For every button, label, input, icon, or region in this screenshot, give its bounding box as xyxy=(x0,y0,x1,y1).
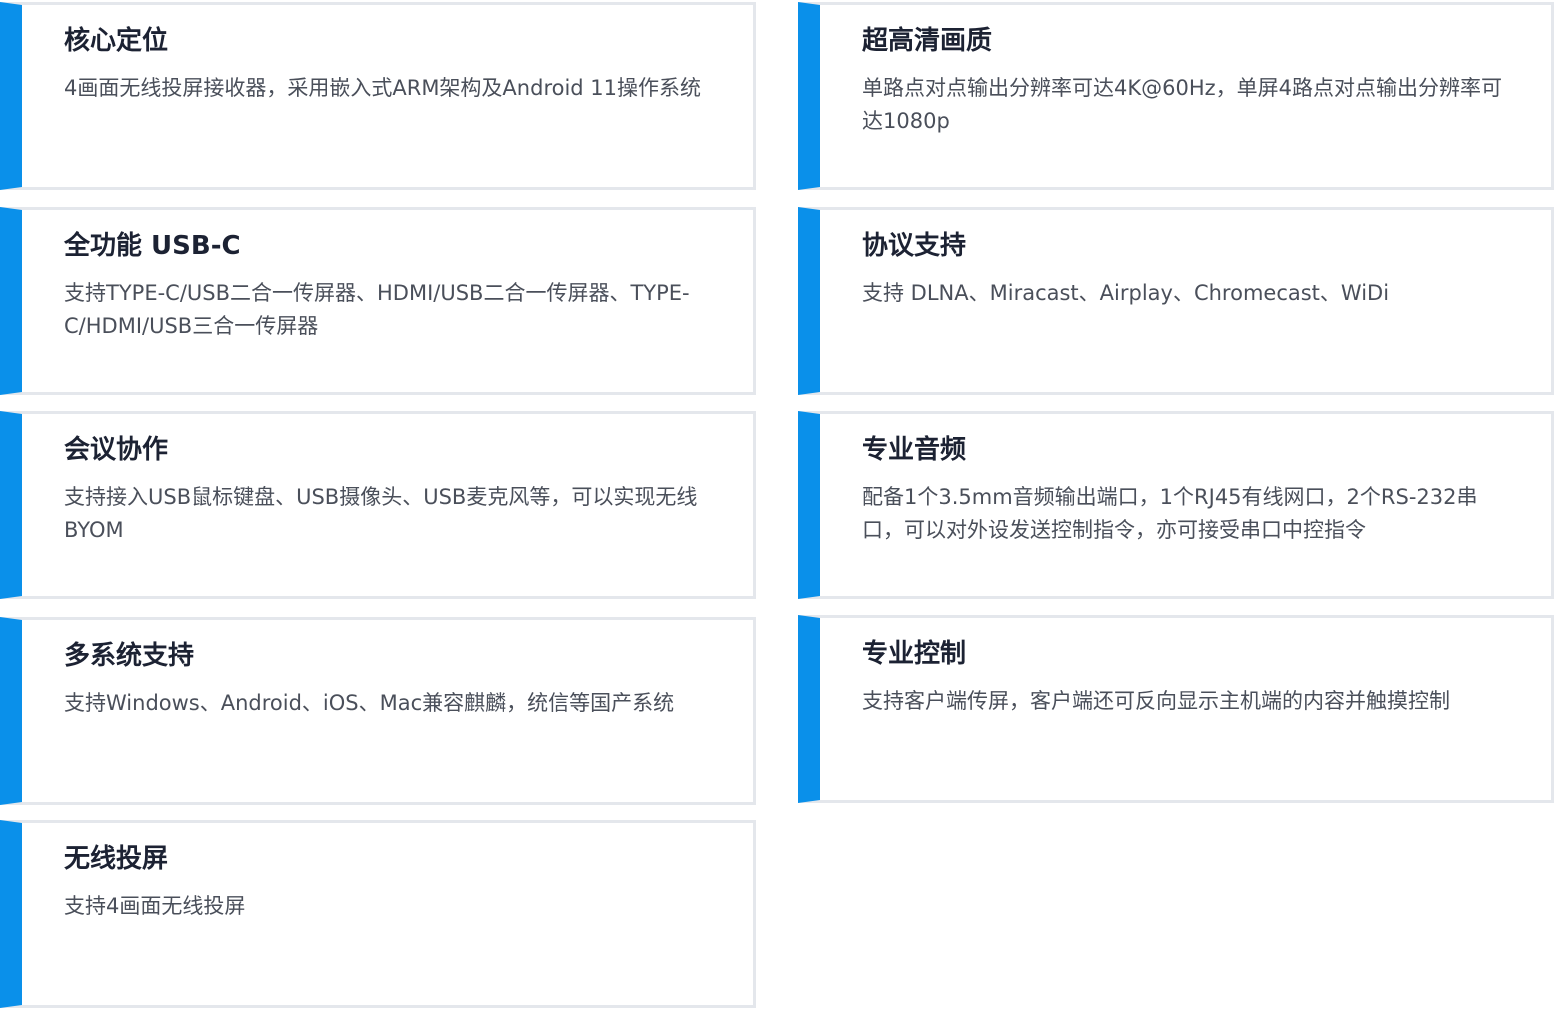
feature-title: 无线投屏 xyxy=(64,844,169,874)
feature-description: 配备1个3.5mm音频输出端口，1个RJ45有线网口，2个RS-232串口，可以… xyxy=(862,485,1478,542)
feature-card-protocol-support: 协议支持 支持 DLNA、Miracast、Airplay、Chromecast… xyxy=(798,207,1554,395)
feature-description: 支持Windows、Android、iOS、Mac兼容麒麟，统信等国产系统 xyxy=(64,691,675,715)
feature-title: 专业控制 xyxy=(862,639,967,669)
feature-description: 支持 DLNA、Miracast、Airplay、Chromecast、WiDi xyxy=(862,281,1390,305)
feature-card-core-positioning: 核心定位 4画面无线投屏接收器，采用嵌入式ARM架构及Android 11操作系… xyxy=(0,2,756,190)
feature-description: 支持TYPE-C/USB二合一传屏器、HDMI/USB二合一传屏器、TYPE-C… xyxy=(64,281,690,338)
feature-title: 专业音频 xyxy=(862,435,967,465)
feature-description: 单路点对点输出分辨率可达4K@60Hz，单屏4路点对点输出分辨率可达1080p xyxy=(862,76,1503,133)
feature-card-multi-system-support: 多系统支持 支持Windows、Android、iOS、Mac兼容麒麟，统信等国… xyxy=(0,617,756,805)
feature-title: 核心定位 xyxy=(64,26,169,56)
feature-title: 超高清画质 xyxy=(862,26,993,56)
feature-card-meeting-collaboration: 会议协作 支持接入USB鼠标键盘、USB摄像头、USB麦克风等，可以实现无线BY… xyxy=(0,411,756,599)
feature-description: 支持客户端传屏，客户端还可反向显示主机端的内容并触摸控制 xyxy=(862,689,1450,713)
feature-title: 协议支持 xyxy=(862,231,967,261)
feature-title: 多系统支持 xyxy=(64,641,195,671)
feature-card-pro-control: 专业控制 支持客户端传屏，客户端还可反向显示主机端的内容并触摸控制 xyxy=(798,615,1554,803)
feature-description: 4画面无线投屏接收器，采用嵌入式ARM架构及Android 11操作系统 xyxy=(64,76,702,100)
feature-description: 支持4画面无线投屏 xyxy=(64,894,246,918)
feature-title: 全功能 USB-C xyxy=(64,231,241,261)
feature-card-wireless-casting: 无线投屏 支持4画面无线投屏 xyxy=(0,820,756,1008)
feature-description: 支持接入USB鼠标键盘、USB摄像头、USB麦克风等，可以实现无线BYOM xyxy=(64,485,698,542)
feature-card-pro-audio: 专业音频 配备1个3.5mm音频输出端口，1个RJ45有线网口，2个RS-232… xyxy=(798,411,1554,599)
feature-title: 会议协作 xyxy=(64,435,169,465)
feature-card-ultra-hd-quality: 超高清画质 单路点对点输出分辨率可达4K@60Hz，单屏4路点对点输出分辨率可达… xyxy=(798,2,1554,190)
feature-card-usb-c: 全功能 USB-C 支持TYPE-C/USB二合一传屏器、HDMI/USB二合一… xyxy=(0,207,756,395)
